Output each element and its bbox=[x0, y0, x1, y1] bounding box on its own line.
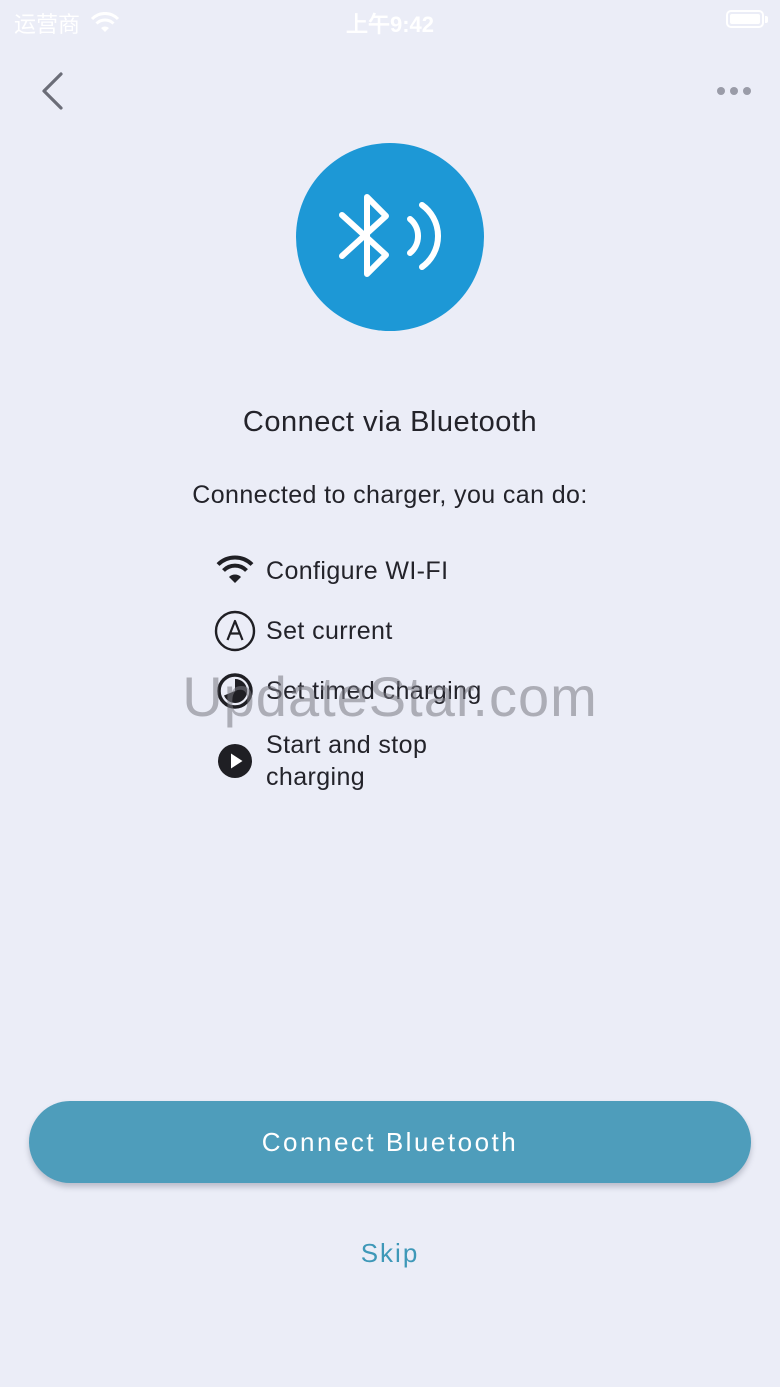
feature-label: Set current bbox=[266, 617, 393, 645]
status-bar: 运营商 上午9:42 bbox=[0, 0, 780, 40]
timer-icon bbox=[213, 669, 257, 713]
skip-button[interactable]: Skip bbox=[0, 1238, 780, 1269]
page-subtitle: Connected to charger, you can do: bbox=[192, 481, 588, 509]
feature-label: Set timed charging bbox=[266, 677, 482, 705]
battery-level bbox=[730, 14, 760, 24]
page-title: Connect via Bluetooth bbox=[242, 406, 538, 438]
play-icon bbox=[213, 739, 257, 783]
feature-item-current: Set current bbox=[213, 609, 393, 653]
feature-item-timer: Set timed charging bbox=[213, 669, 482, 713]
ampere-icon bbox=[213, 609, 257, 653]
ellipsis-dot bbox=[743, 87, 751, 95]
feature-label: Configure WI-FI bbox=[266, 557, 449, 585]
feature-label: Start and stop charging bbox=[266, 731, 428, 791]
feature-item-wifi: Configure WI-FI bbox=[213, 549, 448, 593]
bluetooth-icon bbox=[339, 194, 441, 277]
wifi-icon bbox=[213, 549, 257, 593]
more-options-button[interactable] bbox=[710, 74, 758, 108]
status-time: 上午9:42 bbox=[345, 12, 435, 37]
ellipsis-icon bbox=[717, 87, 725, 95]
connect-bluetooth-button[interactable]: Connect Bluetooth bbox=[29, 1101, 751, 1183]
chevron-left-icon bbox=[42, 72, 63, 110]
ellipsis-dot bbox=[730, 87, 738, 95]
battery-icon bbox=[726, 10, 768, 28]
feature-item-start-stop: Start and stop charging bbox=[213, 729, 496, 793]
bluetooth-hero bbox=[296, 143, 484, 331]
back-button[interactable] bbox=[30, 66, 78, 114]
